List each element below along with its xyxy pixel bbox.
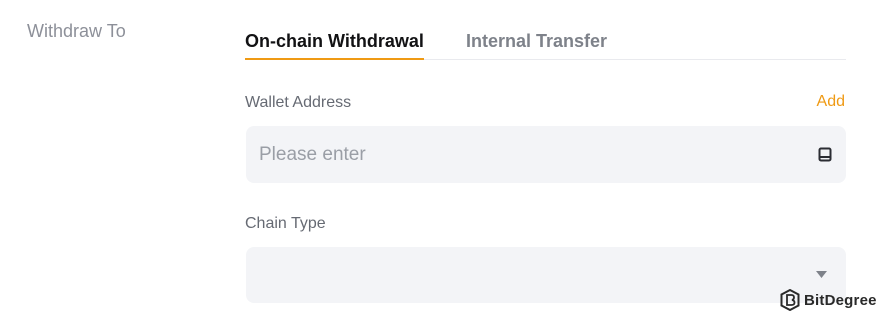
address-book-icon[interactable]: [818, 147, 832, 162]
tab-on-chain-withdrawal[interactable]: On-chain Withdrawal: [245, 30, 424, 60]
chain-type-label: Chain Type: [245, 215, 326, 232]
caret-down-icon: [816, 271, 827, 278]
tab-internal-transfer[interactable]: Internal Transfer: [466, 30, 607, 52]
withdraw-method-tabs: On-chain Withdrawal Internal Transfer: [245, 30, 846, 60]
wallet-address-field: [246, 126, 846, 183]
withdraw-to-label: Withdraw To: [27, 21, 126, 41]
wallet-address-input[interactable]: [246, 126, 846, 183]
bitdegree-watermark: BitDegree: [780, 289, 877, 311]
bitdegree-logo-icon: [780, 289, 800, 311]
watermark-text: BitDegree: [804, 291, 877, 309]
add-address-link[interactable]: Add: [817, 93, 845, 111]
wallet-address-label: Wallet Address: [245, 94, 352, 111]
chain-type-select[interactable]: [246, 247, 846, 303]
